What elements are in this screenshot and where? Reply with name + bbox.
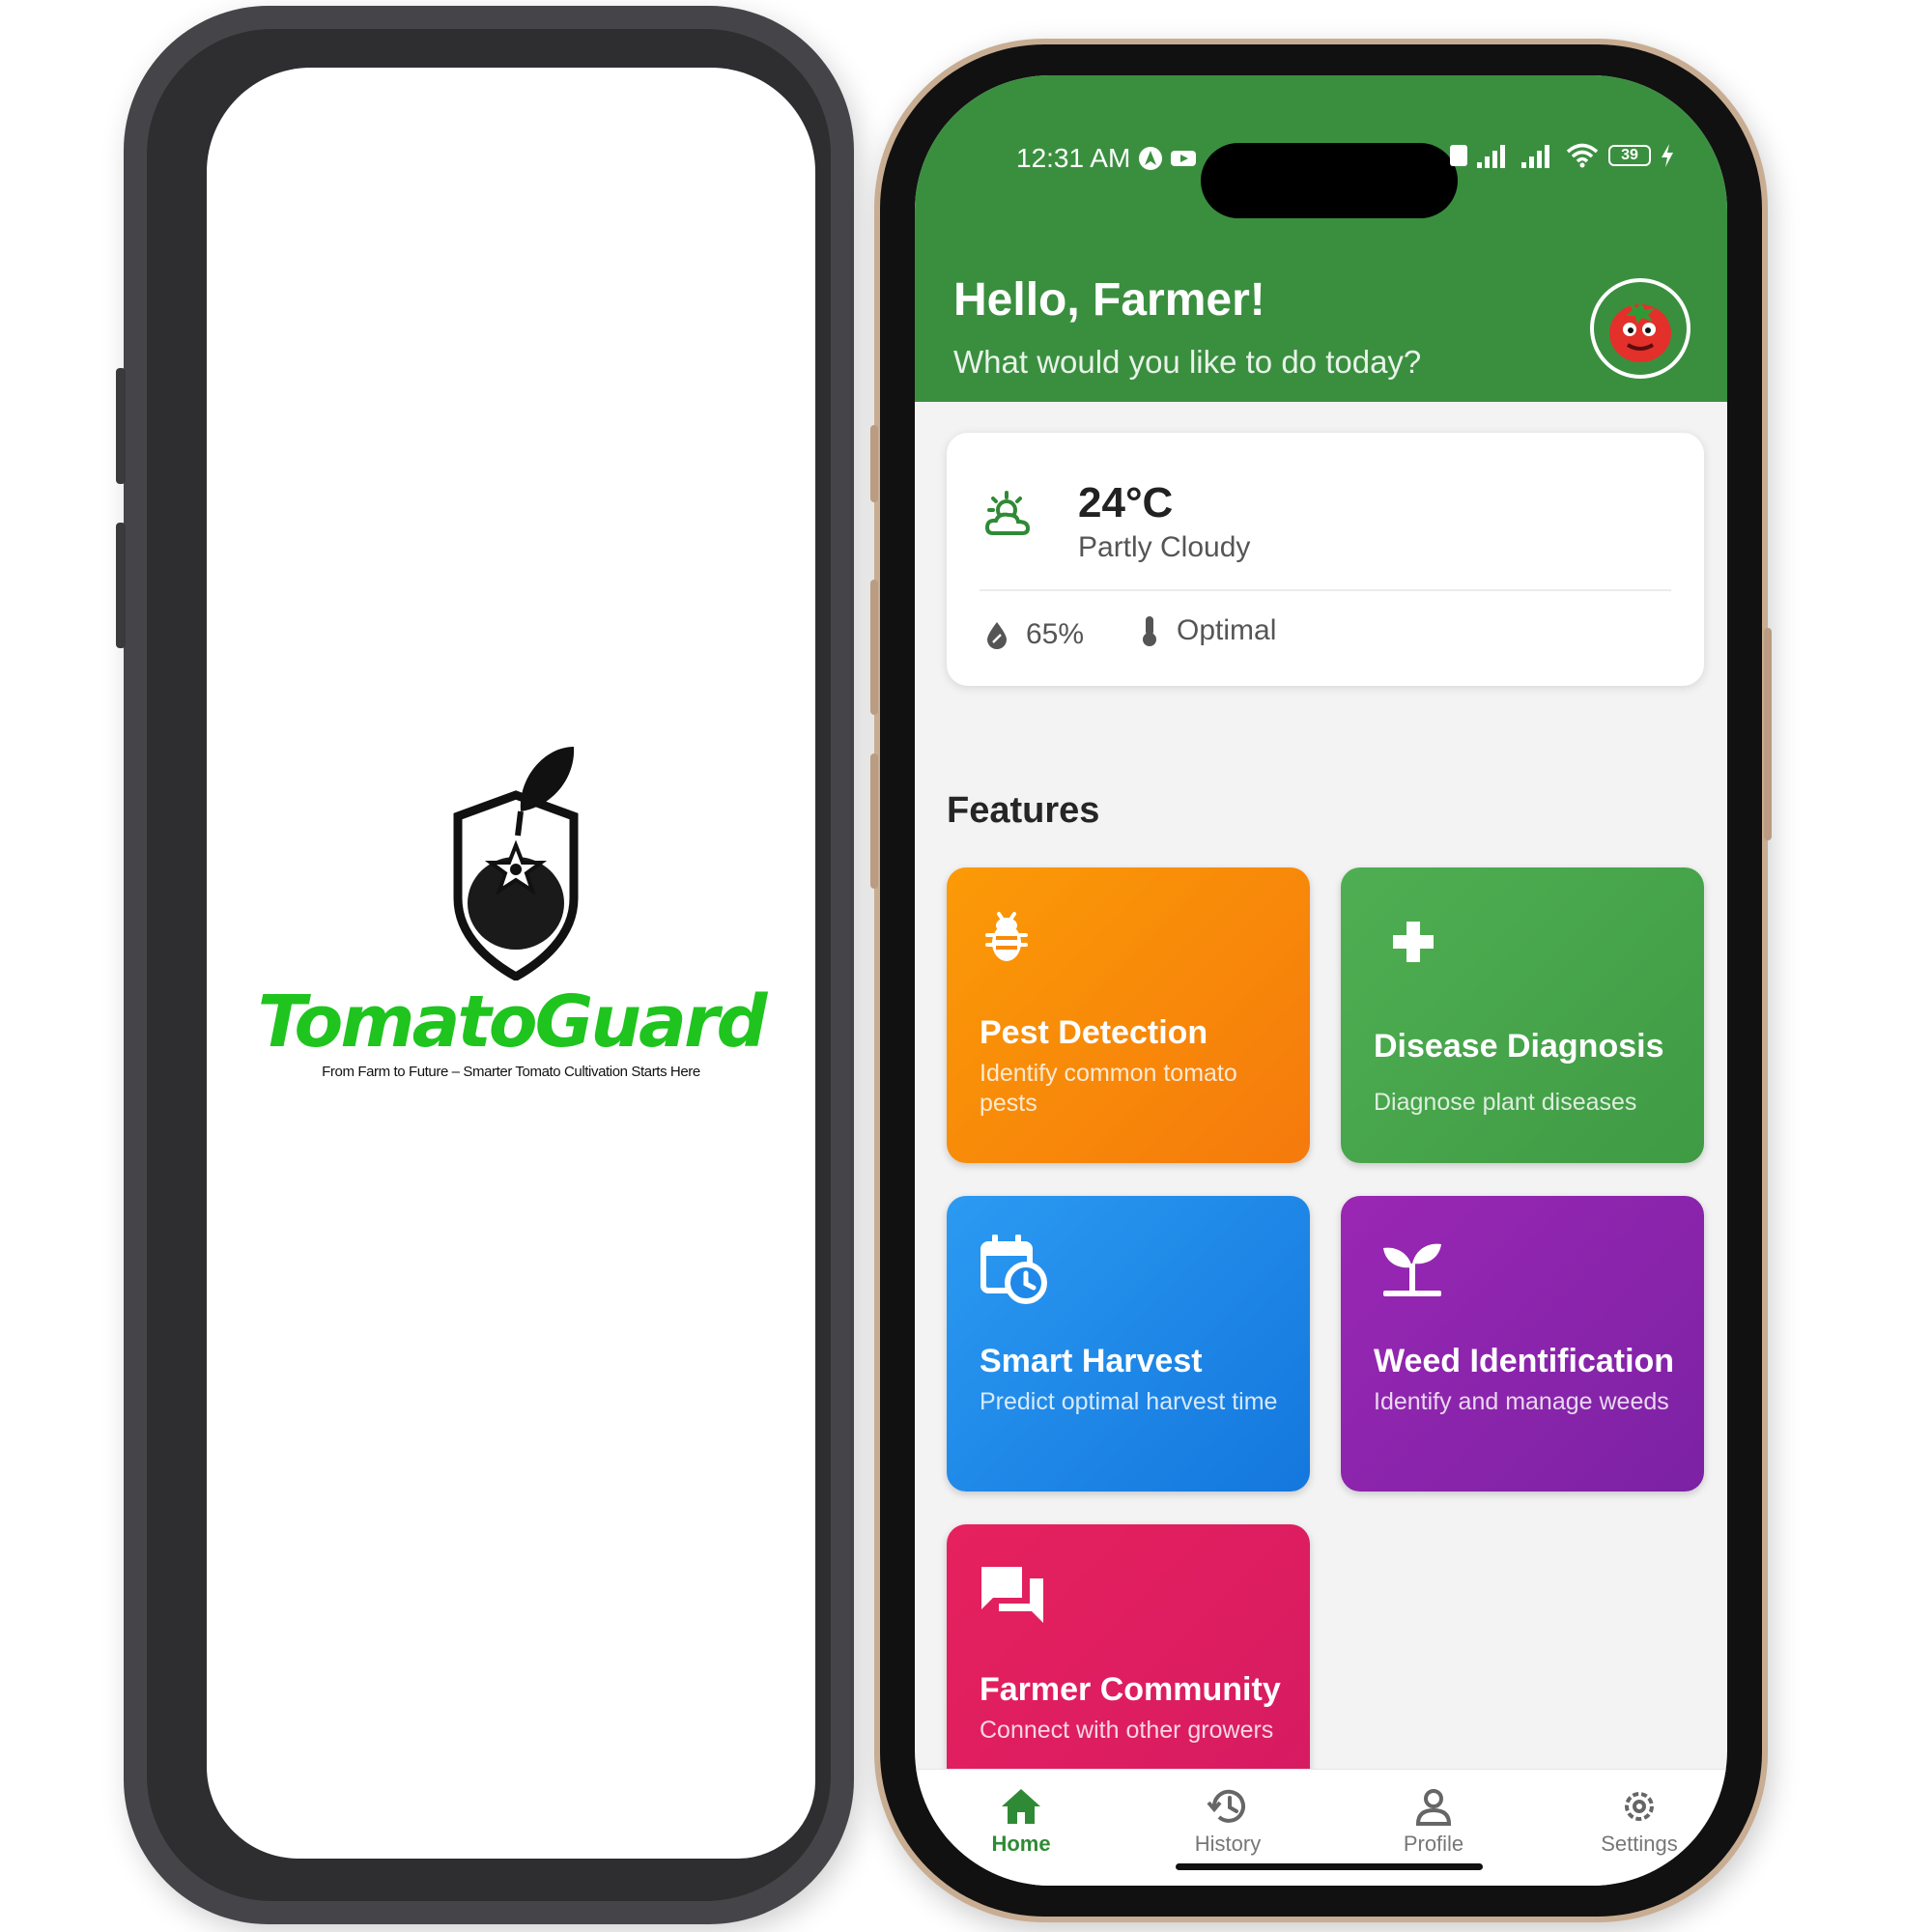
dynamic-island: [1201, 143, 1458, 218]
nav-label: Profile: [1403, 1832, 1464, 1856]
partly-cloudy-icon: [984, 491, 1031, 535]
humidity-drop-icon: [987, 622, 1007, 649]
weather-card: 24°C Partly Cloudy 65% Optimal: [947, 433, 1704, 686]
splash-screen: TomatoGuard From Farm to Future – Smarte…: [207, 68, 815, 1859]
bottom-navigation: Home History Profile Settings: [915, 1769, 1727, 1886]
calendar-clock-icon: [980, 1235, 1047, 1304]
status-bar-right: 39: [1450, 143, 1674, 168]
chat-icon: [981, 1567, 1043, 1623]
feature-card-pest-detection[interactable]: Pest Detection Identify common tomato pe…: [947, 867, 1310, 1163]
feature-title: Disease Diagnosis: [1374, 1028, 1664, 1065]
nav-label: Settings: [1601, 1832, 1678, 1856]
nav-home[interactable]: Home: [953, 1787, 1089, 1857]
nav-history[interactable]: History: [1160, 1787, 1295, 1857]
feature-description: Identify and manage weeds: [1374, 1388, 1669, 1415]
status-time: 12:31 AM: [1016, 143, 1131, 173]
power-button: [1764, 628, 1772, 840]
plus-icon: [1393, 922, 1434, 962]
volte-icon: [1450, 145, 1467, 166]
app-header: 12:31 AM 39 Hello, Farmer! What would yo…: [915, 75, 1727, 402]
features-heading: Features: [947, 790, 1100, 831]
feature-description: Diagnose plant diseases: [1374, 1089, 1637, 1116]
tomato-avatar[interactable]: [1590, 278, 1690, 379]
feature-title: Farmer Community: [980, 1671, 1281, 1708]
splash-phone: TomatoGuard From Farm to Future – Smarte…: [116, 6, 854, 1924]
brand-name: TomatoGuard: [257, 980, 768, 1064]
phone-frame: 12:31 AM 39 Hello, Farmer! What would yo…: [880, 44, 1762, 1917]
charging-icon: [1662, 144, 1673, 167]
status-bar-left: 12:31 AM: [1016, 143, 1197, 174]
greeting-title: Hello, Farmer!: [953, 274, 1265, 326]
feature-title: Weed Identification: [1374, 1343, 1675, 1379]
sprout-icon: [1383, 1243, 1441, 1296]
youtube-status-icon: [1171, 151, 1197, 166]
temperature-status-value: Optimal: [1177, 614, 1277, 646]
humidity-info: 65%: [985, 618, 1084, 651]
temperature-status-info: Optimal: [1140, 614, 1276, 647]
nav-label: Home: [991, 1832, 1051, 1856]
nav-profile[interactable]: Profile: [1366, 1787, 1501, 1857]
weather-divider: [980, 589, 1671, 591]
feature-card-weed-identification[interactable]: Weed Identification Identify and manage …: [1341, 1196, 1704, 1492]
nav-label: History: [1194, 1832, 1262, 1856]
settings-icon: [1625, 1792, 1654, 1821]
thermometer-icon: [1143, 616, 1156, 646]
bug-icon: [985, 912, 1028, 961]
feature-title: Smart Harvest: [980, 1343, 1203, 1379]
home-icon: [1002, 1789, 1040, 1824]
app-screen: 12:31 AM 39 Hello, Farmer! What would yo…: [915, 75, 1727, 1886]
profile-icon: [1415, 1789, 1452, 1826]
humidity-value: 65%: [1026, 618, 1085, 650]
tomato-shield-logo-icon: [453, 747, 579, 980]
volume-down-button: [870, 753, 878, 889]
weather-condition: Partly Cloudy: [1078, 531, 1251, 563]
navigation-status-icon: [1139, 147, 1163, 170]
volume-up-button: [870, 580, 878, 715]
home-indicator[interactable]: [1176, 1863, 1483, 1870]
brand-tagline: From Farm to Future – Smarter Tomato Cul…: [322, 1064, 700, 1080]
phone-bezel: TomatoGuard From Farm to Future – Smarte…: [147, 29, 831, 1901]
feature-card-disease-diagnosis[interactable]: Disease Diagnosis Diagnose plant disease…: [1341, 867, 1704, 1163]
app-phone: 12:31 AM 39 Hello, Farmer! What would yo…: [870, 39, 1772, 1922]
nav-settings[interactable]: Settings: [1572, 1787, 1707, 1857]
greeting-subtitle: What would you like to do today?: [953, 344, 1422, 380]
splash-logo: TomatoGuard From Farm to Future – Smarte…: [207, 739, 815, 1080]
feature-description: Identify common tomato pests: [980, 1060, 1237, 1117]
history-icon: [1207, 1789, 1245, 1823]
wifi-icon: [1566, 143, 1599, 168]
volume-up-button: [116, 368, 126, 484]
tomato-mascot-icon: [1609, 302, 1671, 362]
action-button: [870, 425, 878, 502]
feature-card-smart-harvest[interactable]: Smart Harvest Predict optimal harvest ti…: [947, 1196, 1310, 1492]
feature-description: Connect with other growers: [980, 1717, 1274, 1744]
signal-2-icon: [1521, 145, 1549, 168]
volume-down-button: [116, 523, 126, 648]
battery-indicator: 39: [1608, 145, 1651, 166]
feature-title: Pest Detection: [980, 1014, 1208, 1051]
signal-icon: [1477, 145, 1505, 168]
weather-temperature: 24°C: [1078, 479, 1174, 526]
feature-description: Predict optimal harvest time: [980, 1388, 1278, 1415]
